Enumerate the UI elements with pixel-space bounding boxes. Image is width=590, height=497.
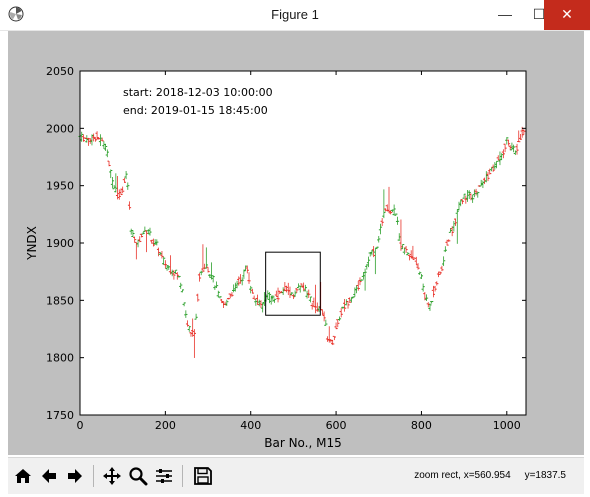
back-icon (42, 469, 56, 483)
pan-button[interactable] (100, 463, 124, 489)
y-tick-label: 1850 (46, 294, 74, 307)
x-tick-label: 800 (411, 419, 432, 432)
y-tick-label: 1750 (46, 409, 74, 422)
x-tick-label: 400 (240, 419, 261, 432)
x-tick-label: 0 (77, 419, 84, 432)
y-tick-label: 1950 (46, 180, 74, 193)
x-axis-label: Bar No., M15 (264, 436, 342, 450)
y-tick-label: 2050 (46, 65, 74, 78)
minimize-button[interactable]: — (487, 0, 523, 30)
y-tick-label: 1800 (46, 352, 74, 365)
cursor-status: zoom rect, x=560.954 y=1837.5 (414, 470, 566, 481)
close-button[interactable]: ✕ (544, 0, 590, 30)
save-icon (194, 467, 212, 485)
annotation-start: start: 2018-12-03 10:00:00 (123, 86, 273, 99)
x-tick-label: 1000 (493, 419, 521, 432)
x-tick-label: 600 (326, 419, 347, 432)
subplots-icon (156, 469, 172, 483)
y-tick-label: 2000 (46, 122, 74, 135)
forward-button[interactable] (63, 463, 87, 489)
home-icon (15, 469, 31, 483)
home-button[interactable] (11, 463, 35, 489)
zoom-icon (129, 467, 148, 486)
forward-icon (68, 469, 82, 483)
zoom-button[interactable] (126, 463, 150, 489)
y-axis-label: YNDX (25, 226, 39, 261)
save-button[interactable] (191, 463, 215, 489)
pan-icon (103, 467, 121, 485)
title-bar: Figure 1 — ☐ ✕ (0, 0, 590, 31)
back-button[interactable] (37, 463, 61, 489)
y-tick-label: 1900 (46, 237, 74, 250)
figure-canvas[interactable]: 0 200 400 600 800 1000 1750 1800 1850 1900 1950 20… (8, 31, 584, 455)
toolbar-separator (93, 465, 94, 487)
toolbar-separator (182, 465, 183, 487)
matplotlib-icon (8, 6, 24, 22)
annotation-end: end: 2019-01-15 18:45:00 (123, 104, 268, 117)
chart: 0 200 400 600 800 1000 1750 1800 1850 1900 1950 20… (25, 65, 527, 450)
x-tick-label: 200 (155, 419, 176, 432)
navigation-toolbar: zoom rect, x=560.954 y=1837.5 (8, 457, 584, 494)
subplots-button[interactable] (152, 463, 176, 489)
